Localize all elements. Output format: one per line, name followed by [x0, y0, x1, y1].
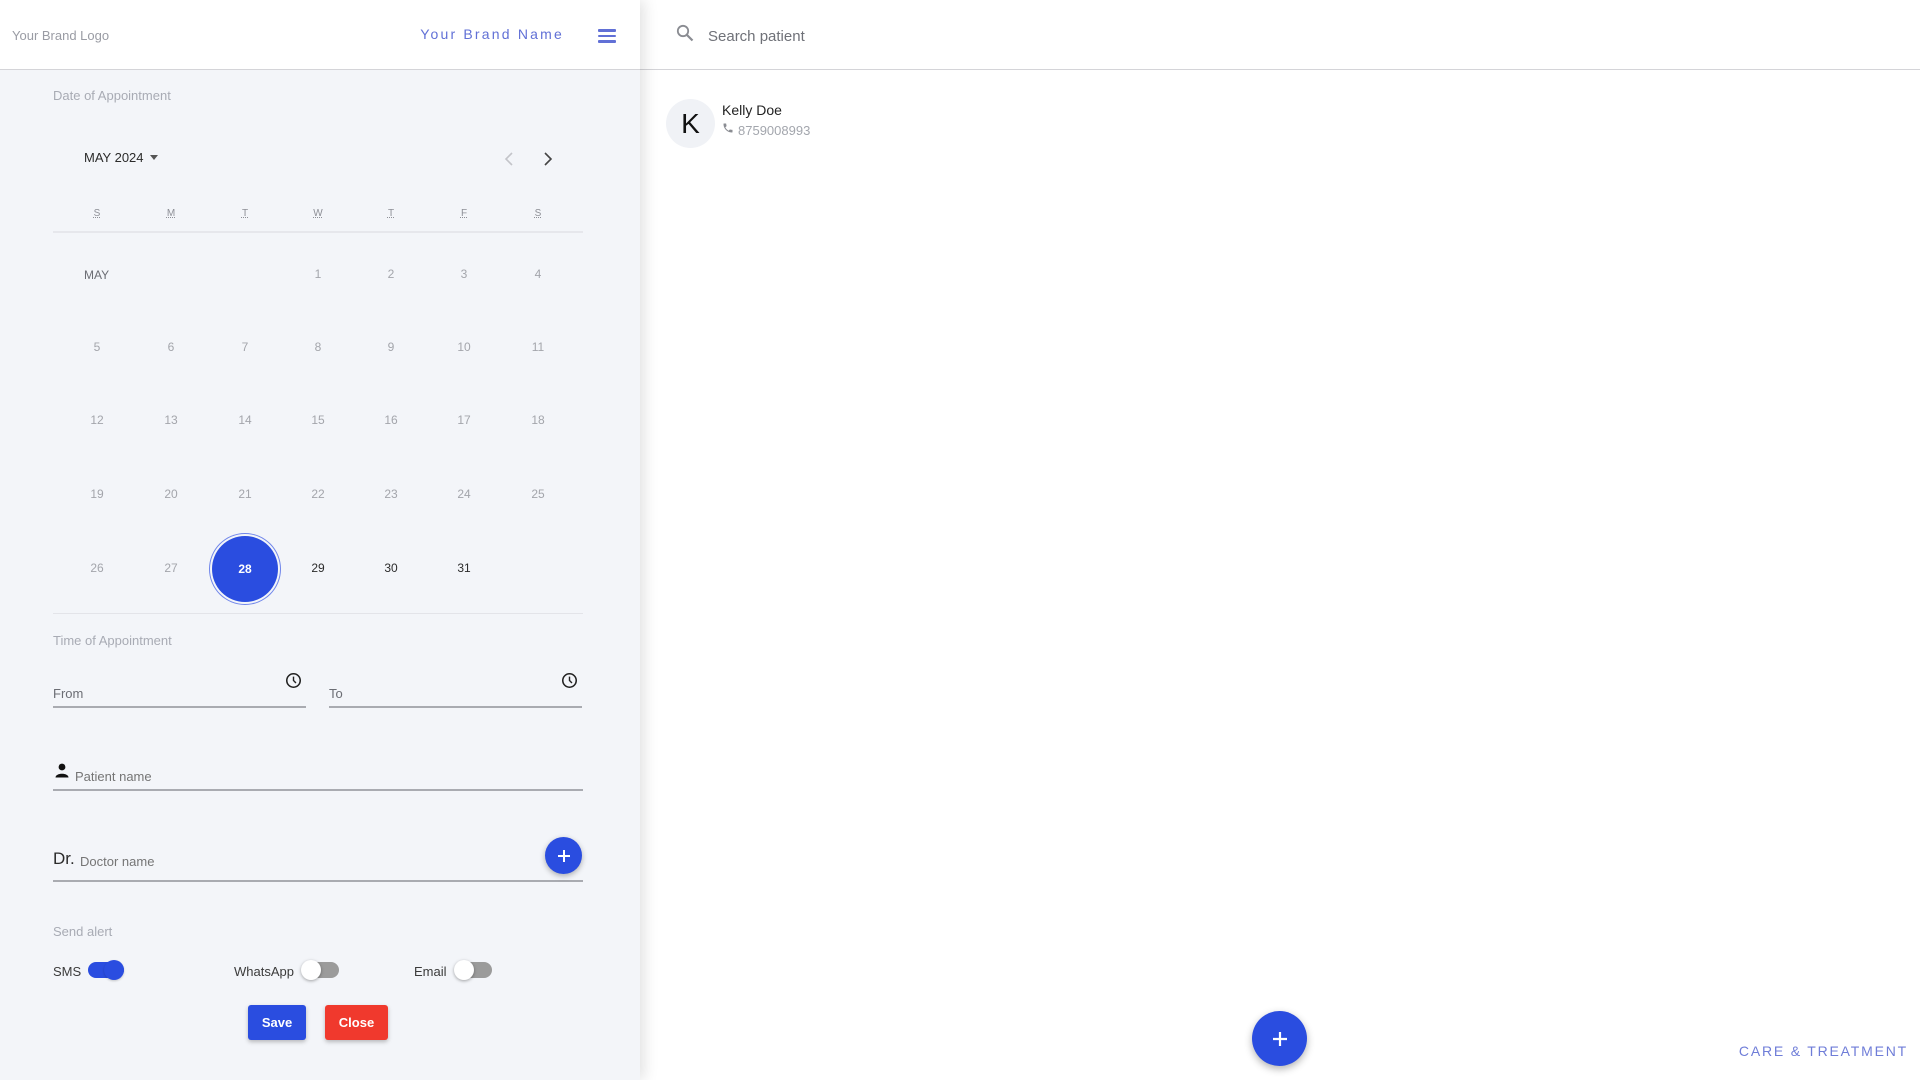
chevron-right-icon [544, 152, 553, 166]
add-doctor-button[interactable] [545, 837, 582, 874]
weekday-label: S [93, 208, 101, 219]
calendar-day[interactable]: 9 [371, 340, 411, 354]
next-month-button[interactable] [536, 147, 560, 171]
calendar-day[interactable]: 14 [225, 413, 265, 427]
patient-name-field[interactable] [53, 762, 583, 792]
calendar-day[interactable]: 17 [444, 413, 484, 427]
toggle-knob [104, 960, 124, 980]
save-button[interactable]: Save [248, 1005, 306, 1040]
plus-icon [1272, 1031, 1287, 1046]
to-underline [329, 706, 582, 708]
calendar-day[interactable]: 8 [298, 340, 338, 354]
alert-email-label: Email [414, 964, 447, 979]
previous-month-button[interactable] [497, 147, 521, 171]
patient-underline [53, 789, 583, 791]
weekday-label: T [241, 208, 249, 219]
calendar-day[interactable]: 15 [298, 413, 338, 427]
toggle-knob [454, 960, 474, 980]
caret-down-icon [149, 155, 158, 160]
search-icon [676, 24, 694, 42]
close-button[interactable]: Close [325, 1005, 388, 1040]
alert-sms-label: SMS [53, 964, 82, 979]
calendar-day[interactable]: 26 [77, 561, 117, 575]
calendar-day[interactable]: 5 [77, 340, 117, 354]
brand-logo[interactable]: Your Brand Logo [12, 28, 109, 43]
calendar-day[interactable]: 3 [444, 267, 484, 281]
doctor-prefix: Dr. [53, 849, 75, 868]
patient-phone: 8759008993 [738, 123, 811, 138]
add-appointment-fab[interactable] [1252, 1011, 1307, 1066]
month-year-label: MAY 2024 [84, 150, 144, 165]
calendar-day[interactable]: 1 [298, 267, 338, 281]
chevron-left-icon [504, 152, 513, 166]
calendar-day[interactable]: 6 [151, 340, 191, 354]
calendar-day[interactable]: 4 [518, 267, 558, 281]
doctor-name-field[interactable]: Dr. [53, 845, 533, 881]
calendar-day[interactable]: 22 [298, 487, 338, 501]
calendar-day[interactable]: 24 [444, 487, 484, 501]
person-icon [55, 763, 69, 778]
phone-icon [723, 123, 733, 133]
weekday-label: M [166, 208, 176, 219]
weekday-label: S [534, 208, 542, 219]
calendar-day[interactable]: 11 [518, 340, 558, 354]
doctor-underline [53, 880, 583, 882]
toggle-knob [301, 960, 321, 980]
weekday-label: T [387, 208, 395, 219]
patient-name-input[interactable] [75, 766, 575, 786]
calendar-day[interactable]: 29 [298, 561, 338, 575]
calendar-day[interactable]: 20 [151, 487, 191, 501]
calendar-day[interactable]: 10 [444, 340, 484, 354]
panel-header: Your Brand Logo Your Brand Name [0, 0, 640, 70]
to-time-field[interactable]: To [329, 672, 582, 708]
from-underline [53, 706, 306, 708]
calendar-day[interactable]: 23 [371, 487, 411, 501]
calendar-day-selected[interactable]: 28 [212, 536, 278, 602]
calendar-day[interactable]: 31 [444, 561, 484, 575]
weekday-label: F [460, 208, 468, 219]
send-alert-label: Send alert [53, 924, 113, 939]
from-time-field[interactable]: From [53, 672, 306, 708]
calendar-divider [53, 613, 583, 614]
month-short-label: MAY [84, 268, 110, 282]
search-patient-input[interactable] [708, 24, 1208, 48]
to-label: To [329, 686, 343, 701]
weekday-label: W [313, 208, 323, 219]
patient-avatar: K [666, 99, 715, 148]
calendar-day[interactable]: 18 [518, 413, 558, 427]
clock-icon[interactable] [561, 672, 578, 689]
alert-email-toggle[interactable] [454, 960, 492, 980]
month-year-dropdown[interactable]: MAY 2024 [84, 150, 158, 165]
hamburger-menu-icon[interactable] [598, 29, 616, 43]
calendar-day[interactable]: 19 [77, 487, 117, 501]
alert-sms-toggle[interactable] [88, 960, 124, 980]
plus-icon [557, 849, 570, 862]
calendar-day[interactable]: 21 [225, 487, 265, 501]
footer-brand-tagline: CARE & TREATMENT [1738, 1043, 1908, 1059]
calendar-day[interactable]: 25 [518, 487, 558, 501]
calendar-day[interactable]: 7 [225, 340, 265, 354]
alert-whatsapp-label: WhatsApp [234, 964, 294, 979]
calendar-day[interactable]: 16 [371, 413, 411, 427]
weekday-divider [53, 231, 583, 233]
calendar-day[interactable]: 2 [371, 267, 411, 281]
time-of-appointment-label: Time of Appointment [53, 633, 172, 648]
calendar-day[interactable]: 12 [77, 413, 117, 427]
from-label: From [53, 686, 84, 701]
patient-name[interactable]: Kelly Doe [722, 102, 782, 118]
calendar-day[interactable]: 13 [151, 413, 191, 427]
brand-name: Your Brand Name [420, 26, 564, 42]
clock-icon[interactable] [285, 672, 302, 689]
appointment-panel: Your Brand Logo Your Brand Name Date of … [0, 0, 640, 1080]
calendar-day[interactable]: 30 [371, 561, 411, 575]
doctor-name-input[interactable] [80, 851, 520, 871]
calendar-day[interactable]: 27 [151, 561, 191, 575]
alert-whatsapp-toggle[interactable] [301, 960, 339, 980]
date-of-appointment-label: Date of Appointment [53, 88, 171, 103]
